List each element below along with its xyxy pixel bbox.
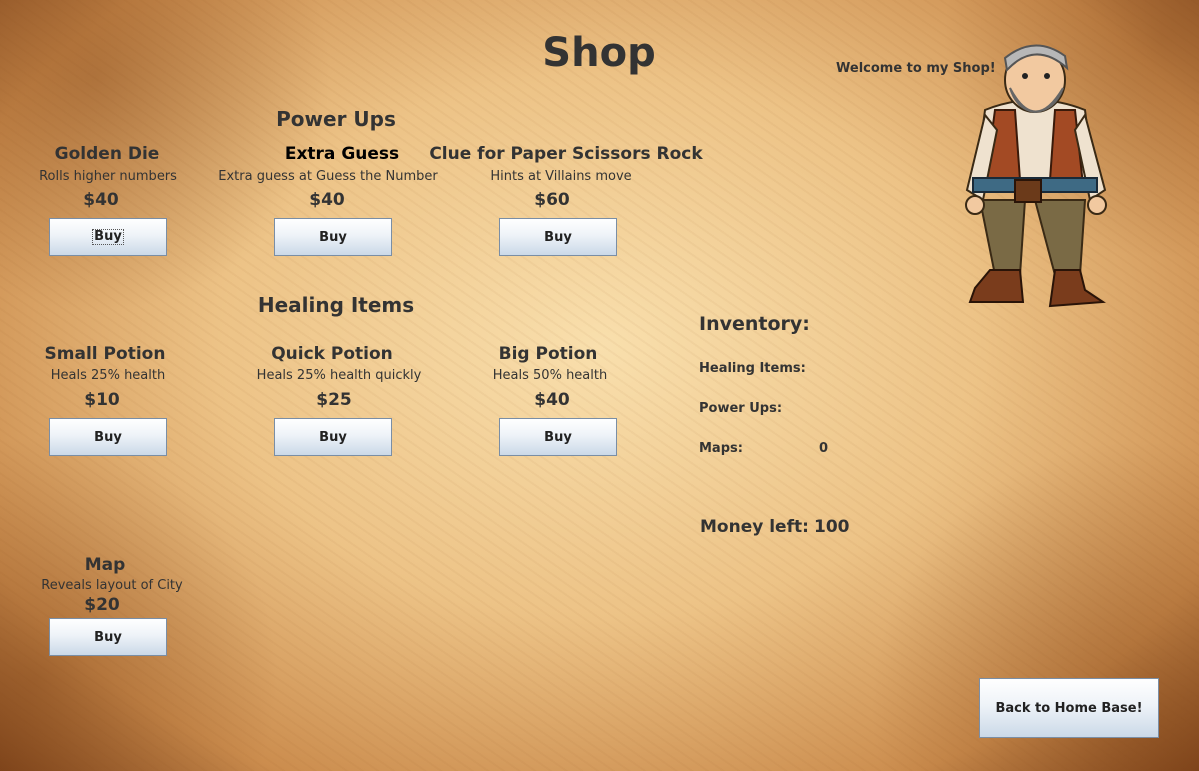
item-name: Extra Guess xyxy=(284,144,400,164)
item-name: Clue for Paper Scissors Rock xyxy=(429,144,703,164)
item-description: Extra guess at Guess the Number xyxy=(218,169,438,184)
item-name: Map xyxy=(84,555,126,575)
item-price: $40 xyxy=(309,190,345,210)
money-left-label: Money left: xyxy=(700,517,809,537)
buy-map-button[interactable]: Buy xyxy=(49,618,167,656)
item-name: Quick Potion xyxy=(271,344,393,364)
inventory-maps-label: Maps: xyxy=(699,441,743,456)
shopkeeper-image xyxy=(965,44,1107,308)
inventory-power-ups-label: Power Ups: xyxy=(699,401,783,416)
buy-extra-guess-button[interactable]: Buy xyxy=(274,218,392,256)
inventory-maps-count: 0 xyxy=(819,441,829,456)
buy-quick-potion-button[interactable]: Buy xyxy=(274,418,392,456)
item-price: $25 xyxy=(316,390,352,410)
money-left-value: 100 xyxy=(814,517,850,537)
buy-golden-die-button[interactable]: Buy xyxy=(49,218,167,256)
item-price: $60 xyxy=(534,190,570,210)
buy-clue-button[interactable]: Buy xyxy=(499,218,617,256)
item-description: Reveals layout of City xyxy=(41,578,183,593)
item-description: Heals 25% health quickly xyxy=(256,368,422,383)
inventory-healing-label: Healing Items: xyxy=(699,361,806,376)
item-name: Big Potion xyxy=(498,344,598,364)
inventory-heading: Inventory: xyxy=(699,313,810,335)
item-name: Golden Die xyxy=(54,144,160,164)
money-left: Money left: 100 xyxy=(700,517,850,537)
buy-small-potion-button[interactable]: Buy xyxy=(49,418,167,456)
item-price: $20 xyxy=(84,595,120,615)
item-description: Hints at Villains move xyxy=(490,169,632,184)
power-ups-heading: Power Ups xyxy=(276,107,396,131)
page-title: Shop xyxy=(542,30,656,76)
healing-items-heading: Healing Items xyxy=(257,293,415,317)
item-description: Heals 25% health xyxy=(50,368,166,383)
shop-screen: Shop Welcome to my Shop! Power Ups Golde… xyxy=(0,0,1199,771)
item-price: $40 xyxy=(534,390,570,410)
back-to-home-base-button[interactable]: Back to Home Base! xyxy=(979,678,1159,738)
item-description: Heals 50% health xyxy=(492,368,608,383)
item-price: $10 xyxy=(84,390,120,410)
item-price: $40 xyxy=(83,190,119,210)
item-description: Rolls higher numbers xyxy=(39,169,177,184)
buy-big-potion-button[interactable]: Buy xyxy=(499,418,617,456)
item-name: Small Potion xyxy=(44,344,166,364)
